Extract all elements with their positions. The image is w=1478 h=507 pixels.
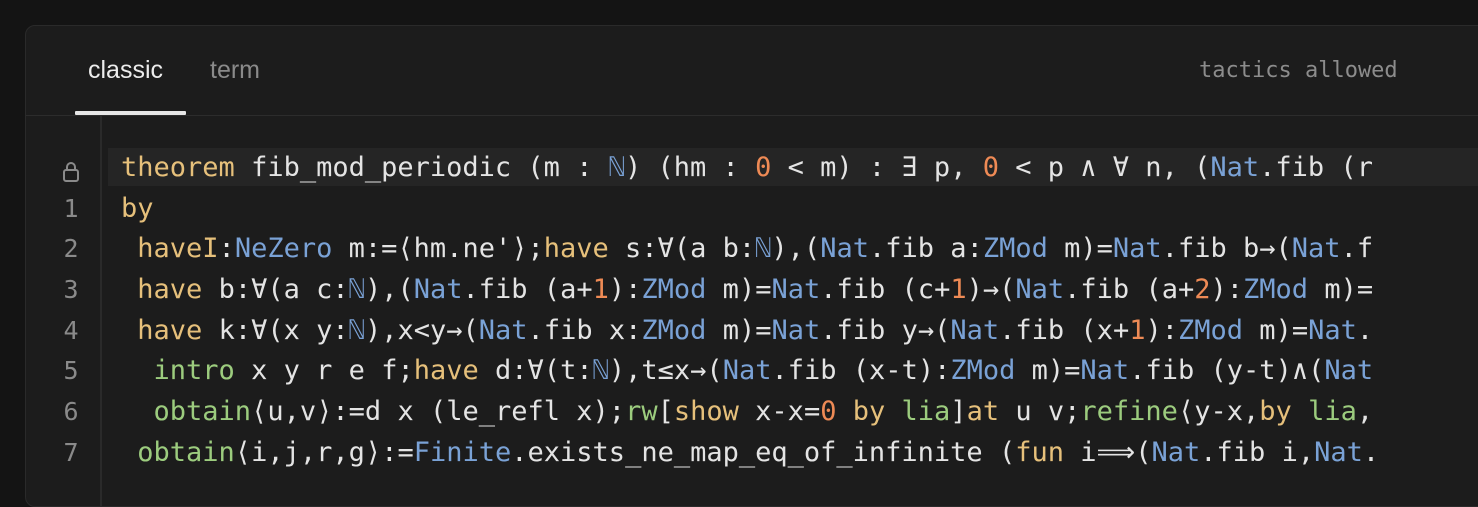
code-line: have b:∀(a c:ℕ),(Nat.fib (a+1):ZMod m)=N…	[137, 274, 1374, 306]
editor-divider	[100, 116, 102, 506]
code-line: have k:∀(x y:ℕ),x<y→(Nat.fib x:ZMod m)=N…	[137, 314, 1374, 346]
lock-icon	[63, 162, 79, 182]
line-number: 4	[63, 315, 79, 345]
line-number: 2	[63, 234, 79, 264]
line-number: 1	[63, 193, 79, 223]
line-number: 7	[63, 437, 79, 467]
code-line: by	[121, 192, 154, 224]
line-number: 3	[63, 275, 79, 305]
active-tab-indicator	[75, 111, 186, 115]
code-line: haveI:NeZero m:=⟨hm.ne'⟩;have s:∀(a b:ℕ)…	[137, 233, 1374, 265]
tab-bar: classic term tactics allowed	[26, 26, 1478, 116]
line-number-gutter: 1 2 3 4 5 6 7	[56, 148, 86, 474]
tactics-allowed-label: tactics allowed	[1199, 58, 1398, 83]
lock-line-marker	[56, 148, 86, 189]
line-number: 6	[63, 397, 79, 427]
line-number: 5	[63, 356, 79, 386]
tab-classic[interactable]: classic	[88, 56, 163, 85]
code-line: obtain⟨u,v⟩:=d x (le_refl x);rw[show x-x…	[153, 396, 1374, 428]
tab-term[interactable]: term	[210, 56, 260, 85]
code-line: theorem fib_mod_periodic (m : ℕ) (hm : 0…	[121, 152, 1373, 183]
code-text-area[interactable]: theorem fib_mod_periodic (m : ℕ) (hm : 0…	[121, 148, 1379, 474]
code-line: obtain⟨i,j,r,g⟩:=Finite.exists_ne_map_eq…	[137, 436, 1380, 468]
code-line: intro x y r e f;have d:∀(t:ℕ),t≤x→(Nat.f…	[153, 355, 1374, 387]
code-editor-panel: classic term tactics allowed 1 2 3 4 5 6…	[25, 25, 1478, 507]
